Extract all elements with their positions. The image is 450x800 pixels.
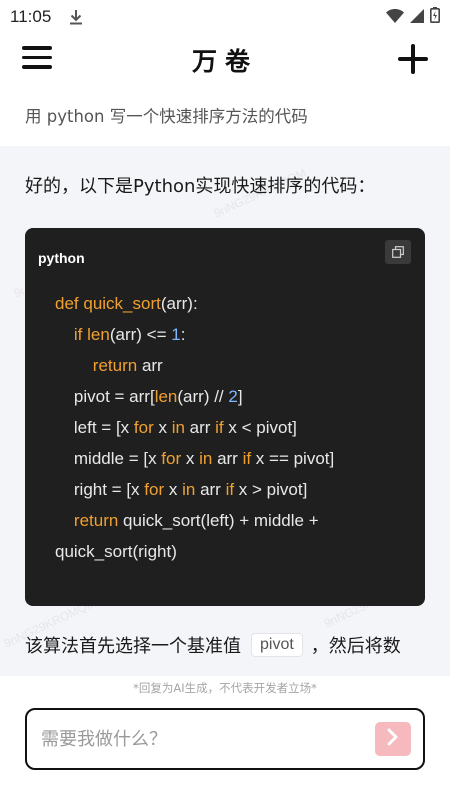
code-token: middle = [x <box>55 449 162 468</box>
wifi-icon <box>386 8 404 27</box>
code-language-label: python <box>38 250 85 266</box>
status-time: 11:05 <box>10 7 52 26</box>
code-token: (arr): <box>160 294 198 313</box>
code-line: if len(arr) <= 1: <box>55 319 415 350</box>
code-body: def quick_sort(arr): if len(arr) <= 1: r… <box>55 288 415 567</box>
code-token: 2 <box>228 387 238 406</box>
code-token: for <box>161 449 186 468</box>
code-token: quick_sort <box>83 294 161 313</box>
code-token: x <box>185 449 200 468</box>
answer-tail: 该算法首先选择一个基准值 pivot ，然后将数 <box>25 632 401 658</box>
app-header: 万卷 <box>0 34 450 86</box>
code-token: if <box>73 325 88 344</box>
code-token: def <box>55 294 84 313</box>
code-line: quick_sort(right) <box>55 536 415 567</box>
signal-icon <box>410 8 424 27</box>
code-line: def quick_sort(arr): <box>55 288 415 319</box>
code-token: arr <box>141 356 163 375</box>
code-token: for <box>133 418 159 437</box>
answer-area: 9nNG29KROMQM9nNG29KROMQM9nNG29KROMQM9nNG… <box>0 146 450 676</box>
code-line: middle = [x for x in arr if x == pivot] <box>55 443 415 474</box>
status-icons <box>386 7 440 27</box>
code-token: x > pivot] <box>238 480 308 499</box>
code-token: in <box>182 480 201 499</box>
code-token: in <box>171 418 190 437</box>
download-icon <box>69 9 83 25</box>
code-token: x < pivot] <box>228 418 297 437</box>
code-line: return arr <box>55 350 415 381</box>
code-token: x <box>168 480 183 499</box>
menu-icon[interactable] <box>22 46 52 72</box>
code-token: len <box>154 387 178 406</box>
code-token: if <box>242 449 256 468</box>
code-token: ] <box>237 387 243 406</box>
code-line: pivot = arr[len(arr) // 2] <box>55 381 415 412</box>
battery-icon <box>430 7 440 27</box>
code-line: left = [x for x in arr if x < pivot] <box>55 412 415 443</box>
code-token: in <box>199 449 218 468</box>
code-token: x <box>158 418 172 437</box>
app-title: 万卷 <box>191 47 258 76</box>
copy-icon[interactable] <box>385 240 411 264</box>
plus-icon[interactable] <box>398 44 428 74</box>
chat-input-box[interactable] <box>25 708 425 770</box>
code-token: for <box>144 480 169 499</box>
code-token: quick_sort(right) <box>55 542 177 561</box>
code-token: if <box>225 480 239 499</box>
code-token: quick_sort(left) + middle + <box>123 511 319 530</box>
answer-intro: 好的，以下是Python实现快速排序的代码： <box>25 176 376 197</box>
code-line: return quick_sort(left) + middle + <box>55 505 415 536</box>
code-token: len <box>87 325 110 344</box>
code-token: left = [x <box>55 418 134 437</box>
code-token: arr <box>200 480 226 499</box>
code-token: return <box>92 356 142 375</box>
code-token: 1 <box>171 325 181 344</box>
code-token: (arr) // <box>177 387 229 406</box>
code-token: pivot = arr[ <box>55 387 155 406</box>
send-button[interactable] <box>375 722 411 756</box>
chevron-right-icon <box>386 728 400 750</box>
code-block: python def quick_sort(arr): if len(arr) … <box>25 228 425 606</box>
code-line: right = [x for x in arr if x > pivot] <box>55 474 415 505</box>
ai-disclaimer: *回复为AI生成，不代表开发者立场* <box>133 681 317 695</box>
code-token: right = [x <box>55 480 145 499</box>
answer-tail-text-after: ，然后将数 <box>310 636 401 657</box>
code-token: arr <box>217 449 243 468</box>
answer-tail-text: 该算法首先选择一个基准值 <box>25 636 241 657</box>
code-token: return <box>73 511 124 530</box>
user-query: 用 python 写一个快速排序方法的代码 <box>25 107 308 126</box>
code-token: x == pivot] <box>255 449 335 468</box>
chat-input[interactable] <box>41 728 361 750</box>
code-token: : <box>180 325 186 344</box>
code-token: if <box>215 418 229 437</box>
code-token: (arr) <= <box>109 325 172 344</box>
code-token: arr <box>189 418 216 437</box>
status-bar: 11:05 <box>0 0 450 34</box>
inline-code: pivot <box>251 633 303 657</box>
